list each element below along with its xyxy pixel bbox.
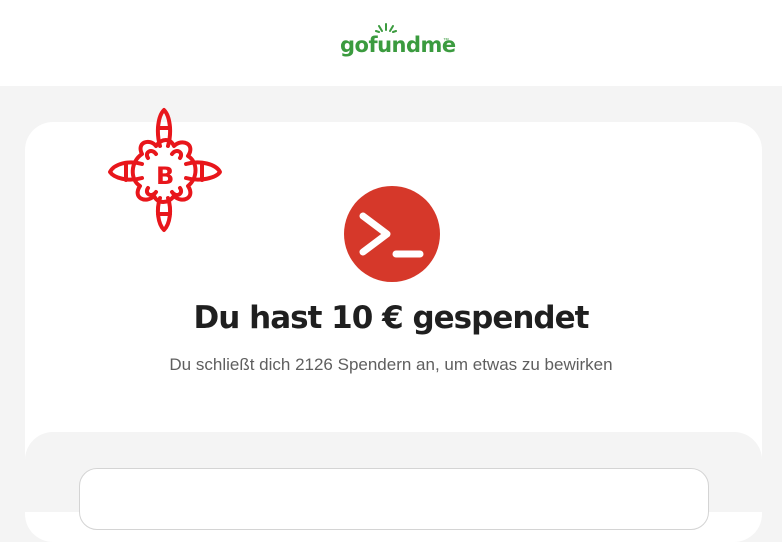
- top-header: gofundme ™: [0, 0, 782, 86]
- badge-letter: B: [156, 162, 174, 190]
- terminal-prompt-icon: [344, 186, 440, 282]
- gofundme-logo[interactable]: gofundme: [340, 33, 456, 57]
- share-box[interactable]: [79, 468, 709, 530]
- donation-headline: Du hast 10 € gespendet: [193, 300, 590, 336]
- logo-sun-icon: [375, 23, 397, 33]
- bitcoin-b-scribble-icon: B: [108, 108, 222, 232]
- donor-count-subline: Du schließt dich 2126 Spendern an, um et…: [169, 355, 613, 374]
- logo-trademark: ™: [443, 38, 449, 44]
